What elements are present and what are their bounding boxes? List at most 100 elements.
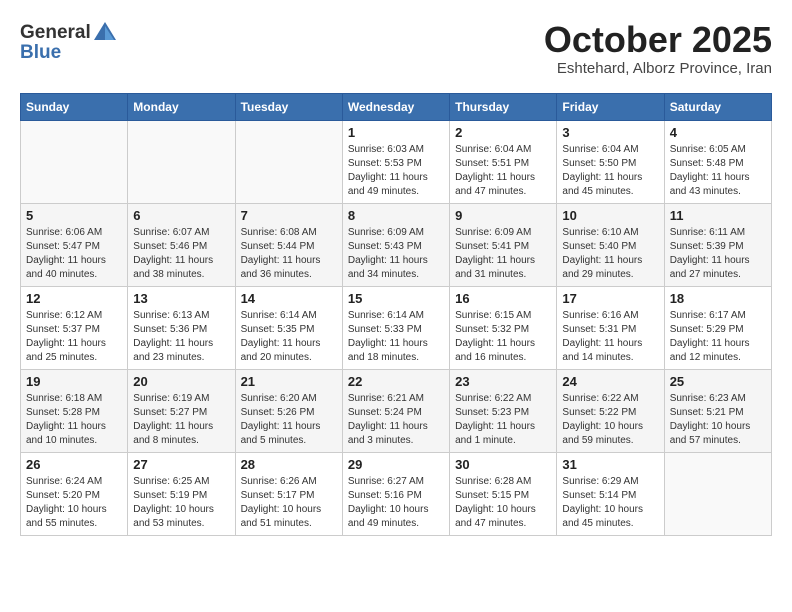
calendar-cell: 31Sunrise: 6:29 AM Sunset: 5:14 PM Dayli… (557, 452, 664, 535)
calendar-cell: 4Sunrise: 6:05 AM Sunset: 5:48 PM Daylig… (664, 120, 771, 203)
day-number: 3 (562, 125, 658, 140)
calendar-cell (128, 120, 235, 203)
calendar-cell: 18Sunrise: 6:17 AM Sunset: 5:29 PM Dayli… (664, 286, 771, 369)
day-info: Sunrise: 6:15 AM Sunset: 5:32 PM Dayligh… (455, 309, 551, 365)
calendar-cell: 12 Sunrise: 6:12 AM Sunset: 5:37 PM Dayli… (21, 286, 128, 369)
day-info: Sunrise: 6:16 AM Sunset: 5:31 PM Dayligh… (562, 309, 658, 365)
day-info: Sunrise: 6:22 AM Sunset: 5:23 PM Dayligh… (455, 392, 551, 448)
calendar-cell: 7Sunrise: 6:08 AM Sunset: 5:44 PM Daylig… (235, 203, 342, 286)
month-title: October 2025 (544, 20, 772, 60)
day-number: 20 (133, 374, 229, 389)
day-info: Sunrise: 6:14 AM Sunset: 5:35 PM Dayligh… (241, 309, 337, 365)
col-header-tuesday: Tuesday (235, 93, 342, 120)
calendar-week-row: 5 Sunrise: 6:06 AM Sunset: 5:47 PM Daylig… (21, 203, 772, 286)
day-number: 16 (455, 291, 551, 306)
col-header-saturday: Saturday (664, 93, 771, 120)
col-header-friday: Friday (557, 93, 664, 120)
day-info: Sunrise: 6:11 AM Sunset: 5:39 PM Dayligh… (670, 226, 766, 282)
col-header-thursday: Thursday (450, 93, 557, 120)
calendar-cell (235, 120, 342, 203)
calendar-cell: 28 Sunrise: 6:26 AM Sunset: 5:17 PM Dayli… (235, 452, 342, 535)
day-info: Sunrise: 6:24 AM Sunset: 5:20 PM Dayligh… (26, 475, 122, 531)
day-number: 12 (26, 291, 122, 306)
day-info: Sunrise: 6:06 AM Sunset: 5:47 PM Dayligh… (26, 226, 122, 282)
day-info: Sunrise: 6:21 AM Sunset: 5:24 PM Dayligh… (348, 392, 444, 448)
calendar-cell: 3 Sunrise: 6:04 AM Sunset: 5:50 PM Daylig… (557, 120, 664, 203)
day-number: 22 (348, 374, 444, 389)
day-info: Sunrise: 6:28 AM Sunset: 5:15 PM Dayligh… (455, 475, 551, 531)
calendar-cell: 21 Sunrise: 6:20 AM Sunset: 5:26 PM Dayli… (235, 369, 342, 452)
calendar-cell: 10Sunrise: 6:10 AM Sunset: 5:40 PM Dayli… (557, 203, 664, 286)
calendar-cell: 19Sunrise: 6:18 AM Sunset: 5:28 PM Dayli… (21, 369, 128, 452)
day-info: Sunrise: 6:27 AM Sunset: 5:16 PM Dayligh… (348, 475, 444, 531)
title-block: October 2025 Eshtehard, Alborz Province,… (544, 20, 772, 77)
day-info: Sunrise: 6:23 AM Sunset: 5:21 PM Dayligh… (670, 392, 766, 448)
day-info: Sunrise: 6:12 AM Sunset: 5:37 PM Dayligh… (26, 309, 122, 365)
col-header-monday: Monday (128, 93, 235, 120)
day-number: 5 (26, 208, 122, 223)
day-number: 26 (26, 457, 122, 472)
calendar-week-row: 1 Sunrise: 6:03 AM Sunset: 5:53 PM Daylig… (21, 120, 772, 203)
day-info: Sunrise: 6:20 AM Sunset: 5:26 PM Dayligh… (241, 392, 337, 448)
day-number: 24 (562, 374, 658, 389)
page-header: General Blue October 2025 Eshtehard, Alb… (20, 20, 772, 77)
day-number: 31 (562, 457, 658, 472)
day-number: 29 (348, 457, 444, 472)
day-number: 28 (241, 457, 337, 472)
calendar-cell: 2 Sunrise: 6:04 AM Sunset: 5:51 PM Daylig… (450, 120, 557, 203)
calendar-header-row: SundayMondayTuesdayWednesdayThursdayFrid… (21, 93, 772, 120)
day-number: 23 (455, 374, 551, 389)
calendar-table: SundayMondayTuesdayWednesdayThursdayFrid… (20, 93, 772, 536)
day-info: Sunrise: 6:04 AM Sunset: 5:50 PM Dayligh… (562, 143, 658, 199)
calendar-cell: 23 Sunrise: 6:22 AM Sunset: 5:23 PM Dayli… (450, 369, 557, 452)
day-info: Sunrise: 6:09 AM Sunset: 5:43 PM Dayligh… (348, 226, 444, 282)
calendar-cell: 13Sunrise: 6:13 AM Sunset: 5:36 PM Dayli… (128, 286, 235, 369)
day-number: 7 (241, 208, 337, 223)
day-number: 30 (455, 457, 551, 472)
day-number: 1 (348, 125, 444, 140)
day-number: 9 (455, 208, 551, 223)
day-number: 6 (133, 208, 229, 223)
col-header-wednesday: Wednesday (342, 93, 449, 120)
day-number: 15 (348, 291, 444, 306)
logo-text: General Blue (20, 20, 119, 64)
calendar-cell: 26 Sunrise: 6:24 AM Sunset: 5:20 PM Dayli… (21, 452, 128, 535)
calendar-cell: 14Sunrise: 6:14 AM Sunset: 5:35 PM Dayli… (235, 286, 342, 369)
calendar-cell: 1 Sunrise: 6:03 AM Sunset: 5:53 PM Daylig… (342, 120, 449, 203)
calendar-week-row: 12 Sunrise: 6:12 AM Sunset: 5:37 PM Dayli… (21, 286, 772, 369)
calendar-cell: 25 Sunrise: 6:23 AM Sunset: 5:21 PM Dayli… (664, 369, 771, 452)
calendar-week-row: 26 Sunrise: 6:24 AM Sunset: 5:20 PM Dayli… (21, 452, 772, 535)
day-number: 25 (670, 374, 766, 389)
day-number: 8 (348, 208, 444, 223)
logo-icon (92, 20, 118, 46)
day-number: 27 (133, 457, 229, 472)
calendar-cell: 8 Sunrise: 6:09 AM Sunset: 5:43 PM Daylig… (342, 203, 449, 286)
day-info: Sunrise: 6:05 AM Sunset: 5:48 PM Dayligh… (670, 143, 766, 199)
day-number: 18 (670, 291, 766, 306)
calendar-cell: 9Sunrise: 6:09 AM Sunset: 5:41 PM Daylig… (450, 203, 557, 286)
day-info: Sunrise: 6:07 AM Sunset: 5:46 PM Dayligh… (133, 226, 229, 282)
calendar-week-row: 19Sunrise: 6:18 AM Sunset: 5:28 PM Dayli… (21, 369, 772, 452)
day-info: Sunrise: 6:18 AM Sunset: 5:28 PM Dayligh… (26, 392, 122, 448)
calendar-cell: 5 Sunrise: 6:06 AM Sunset: 5:47 PM Daylig… (21, 203, 128, 286)
day-info: Sunrise: 6:04 AM Sunset: 5:51 PM Dayligh… (455, 143, 551, 199)
col-header-sunday: Sunday (21, 93, 128, 120)
day-info: Sunrise: 6:26 AM Sunset: 5:17 PM Dayligh… (241, 475, 337, 531)
day-info: Sunrise: 6:13 AM Sunset: 5:36 PM Dayligh… (133, 309, 229, 365)
calendar-cell: 6 Sunrise: 6:07 AM Sunset: 5:46 PM Daylig… (128, 203, 235, 286)
calendar-cell: 24Sunrise: 6:22 AM Sunset: 5:22 PM Dayli… (557, 369, 664, 452)
calendar-cell: 27 Sunrise: 6:25 AM Sunset: 5:19 PM Dayli… (128, 452, 235, 535)
calendar-cell: 16 Sunrise: 6:15 AM Sunset: 5:32 PM Dayli… (450, 286, 557, 369)
day-number: 21 (241, 374, 337, 389)
day-info: Sunrise: 6:25 AM Sunset: 5:19 PM Dayligh… (133, 475, 229, 531)
day-number: 2 (455, 125, 551, 140)
location-subtitle: Eshtehard, Alborz Province, Iran (544, 60, 772, 77)
day-number: 11 (670, 208, 766, 223)
day-info: Sunrise: 6:14 AM Sunset: 5:33 PM Dayligh… (348, 309, 444, 365)
day-info: Sunrise: 6:10 AM Sunset: 5:40 PM Dayligh… (562, 226, 658, 282)
calendar-cell: 29 Sunrise: 6:27 AM Sunset: 5:16 PM Dayli… (342, 452, 449, 535)
logo: General Blue (20, 20, 119, 64)
day-info: Sunrise: 6:03 AM Sunset: 5:53 PM Dayligh… (348, 143, 444, 199)
day-number: 17 (562, 291, 658, 306)
calendar-cell: 17 Sunrise: 6:16 AM Sunset: 5:31 PM Dayli… (557, 286, 664, 369)
